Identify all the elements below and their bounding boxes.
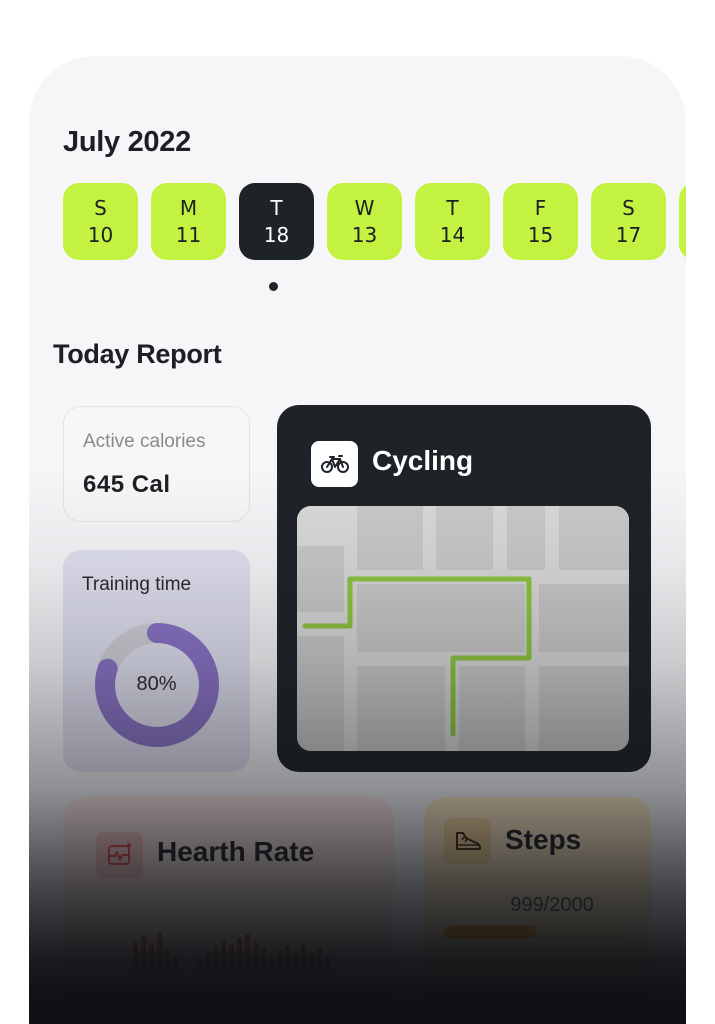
day-letter: S (94, 195, 107, 220)
cycling-card[interactable]: Cycling (277, 405, 651, 772)
heart-rate-card[interactable]: Hearth Rate (63, 797, 394, 1024)
day-chip[interactable]: M 11 (151, 183, 226, 260)
day-date: 10 (87, 222, 114, 247)
day-chip[interactable]: S 17 (591, 183, 666, 260)
steps-count: 999/2000 (510, 894, 594, 916)
day-chip[interactable]: T 14 (415, 183, 490, 260)
month-label: July 2022 (63, 126, 191, 158)
active-calories-card[interactable]: Active calories 645 Cal (63, 406, 250, 522)
heart-rate-bars (107, 922, 357, 977)
active-calories-label: Active calories (83, 431, 206, 452)
day-letter: F (534, 195, 547, 220)
cycling-title: Cycling (372, 445, 474, 476)
selected-day-indicator (269, 282, 278, 291)
sneaker-icon (444, 818, 491, 864)
week-day-strip: S 10 M 11 T 18 W 13 T 14 F 15 S 17 (63, 183, 686, 260)
day-letter: S (622, 195, 635, 220)
day-chip-selected[interactable]: T 18 (239, 183, 314, 260)
active-calories-value: 645 Cal (83, 471, 171, 498)
training-progress-ring: 80% (92, 620, 222, 750)
day-letter: T (446, 195, 459, 220)
app-screen: July 2022 S 10 M 11 T 18 W 13 T 14 F 15 … (29, 56, 686, 1024)
day-date: 13 (351, 222, 378, 247)
section-title: Today Report (53, 339, 222, 369)
day-chip[interactable]: S 10 (63, 183, 138, 260)
day-date: 11 (175, 222, 202, 247)
day-date: 15 (527, 222, 554, 247)
day-letter: W (354, 195, 375, 220)
steps-progress-bar (444, 925, 629, 939)
steps-progress-fill (444, 925, 537, 939)
day-date: 17 (615, 222, 642, 247)
day-letter: M (179, 195, 198, 220)
day-letter: T (270, 195, 283, 220)
heart-rate-title: Hearth Rate (157, 836, 315, 867)
day-date: 18 (263, 222, 290, 247)
day-chip[interactable]: F 15 (503, 183, 578, 260)
day-chip[interactable]: W 13 (327, 183, 402, 260)
day-chip-partial[interactable] (679, 183, 686, 260)
day-date: 14 (439, 222, 466, 247)
route-map[interactable] (297, 506, 629, 751)
training-time-card[interactable]: Training time 80% (63, 550, 250, 772)
training-percent: 80% (136, 673, 177, 695)
steps-card[interactable]: Steps 999/2000 (424, 797, 651, 1024)
bicycle-icon (311, 441, 358, 487)
heart-monitor-icon (96, 832, 143, 878)
training-time-label: Training time (82, 574, 192, 595)
steps-title: Steps (505, 824, 582, 855)
